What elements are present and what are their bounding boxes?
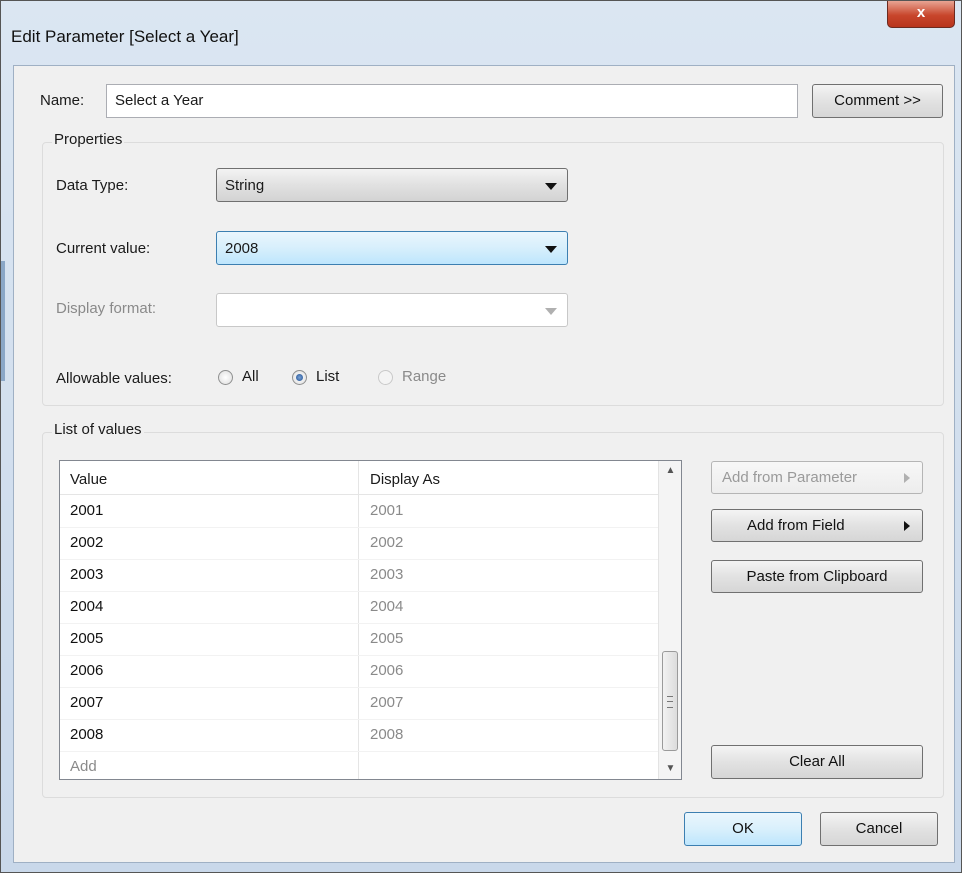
current-value-value: 2008 xyxy=(225,240,259,257)
radio-all-label[interactable]: All xyxy=(242,368,259,385)
display-as-cell[interactable]: 2002 xyxy=(370,527,403,559)
radio-range xyxy=(378,370,393,385)
table-row[interactable]: 2006 2006 xyxy=(60,655,658,688)
add-from-parameter-label: Add from Parameter xyxy=(722,469,858,486)
value-cell[interactable]: 2001 xyxy=(70,495,103,527)
chevron-down-icon xyxy=(545,183,557,190)
value-cell[interactable]: 2007 xyxy=(70,687,103,719)
close-button[interactable]: x xyxy=(887,1,955,28)
values-table[interactable]: Value Display As 2001 2001 2002 2002 2003 200… xyxy=(59,460,682,780)
value-cell[interactable]: 2008 xyxy=(70,719,103,751)
value-cell[interactable]: 2003 xyxy=(70,559,103,591)
name-label: Name: xyxy=(40,92,85,109)
display-as-cell[interactable]: 2004 xyxy=(370,591,403,623)
add-from-field-label: Add from Field xyxy=(747,517,845,534)
display-format-dropdown xyxy=(216,293,568,327)
display-as-cell[interactable]: 2008 xyxy=(370,719,403,751)
display-as-cell[interactable]: 2007 xyxy=(370,687,403,719)
paste-from-clipboard-button[interactable]: Paste from Clipboard xyxy=(711,560,923,593)
table-row[interactable]: 2001 2001 xyxy=(60,495,658,528)
value-cell[interactable]: 2004 xyxy=(70,591,103,623)
column-header-value[interactable]: Value xyxy=(70,461,107,494)
display-as-cell[interactable]: 2001 xyxy=(370,495,403,527)
radio-list[interactable] xyxy=(292,370,307,385)
clear-all-button[interactable]: Clear All xyxy=(711,745,923,779)
properties-title: Properties xyxy=(52,131,125,148)
table-row[interactable]: 2008 2008 xyxy=(60,719,658,752)
data-type-label: Data Type: xyxy=(56,177,129,194)
window-edge-accent xyxy=(1,261,5,381)
add-from-parameter-button: Add from Parameter xyxy=(711,461,923,494)
scroll-up-icon[interactable]: ▲ xyxy=(659,461,681,481)
table-row[interactable]: 2004 2004 xyxy=(60,591,658,624)
radio-range-label: Range xyxy=(402,368,447,385)
value-cell[interactable]: 2006 xyxy=(70,655,103,687)
title-bar[interactable]: Edit Parameter [Select a Year] x xyxy=(1,1,961,65)
column-header-display-as[interactable]: Display As xyxy=(370,461,440,494)
current-value-dropdown[interactable]: 2008 xyxy=(216,231,568,265)
ok-button[interactable]: OK xyxy=(684,812,802,846)
display-format-label: Display format: xyxy=(56,300,157,317)
radio-list-label[interactable]: List xyxy=(316,368,339,385)
comment-button[interactable]: Comment >> xyxy=(812,84,943,118)
radio-all[interactable] xyxy=(218,370,233,385)
scroll-thumb[interactable] xyxy=(662,651,678,751)
add-row[interactable]: Add xyxy=(60,751,658,779)
scroll-down-icon[interactable]: ▼ xyxy=(659,759,681,779)
allowable-values-label: Allowable values: xyxy=(56,370,172,387)
list-of-values-title: List of values xyxy=(52,421,144,438)
table-row[interactable]: 2007 2007 xyxy=(60,687,658,720)
table-header: Value Display As xyxy=(60,461,658,495)
table-scrollbar[interactable]: ▲ ▼ xyxy=(658,461,681,779)
name-input[interactable]: Select a Year xyxy=(106,84,798,118)
add-from-field-button[interactable]: Add from Field xyxy=(711,509,923,542)
value-cell[interactable]: 2002 xyxy=(70,527,103,559)
cancel-button[interactable]: Cancel xyxy=(820,812,938,846)
dialog-window: Edit Parameter [Select a Year] x Name: S… xyxy=(0,0,962,873)
chevron-right-icon xyxy=(904,521,910,531)
chevron-down-icon xyxy=(545,246,557,253)
grip-icon xyxy=(667,696,673,708)
window-title: Edit Parameter [Select a Year] xyxy=(11,27,239,46)
table-row[interactable]: 2003 2003 xyxy=(60,559,658,592)
add-placeholder[interactable]: Add xyxy=(70,751,97,779)
display-as-cell[interactable]: 2005 xyxy=(370,623,403,655)
chevron-down-icon xyxy=(545,308,557,315)
table-row[interactable]: 2002 2002 xyxy=(60,527,658,560)
display-as-cell[interactable]: 2003 xyxy=(370,559,403,591)
display-as-cell[interactable]: 2006 xyxy=(370,655,403,687)
data-type-value: String xyxy=(225,177,265,194)
value-cell[interactable]: 2005 xyxy=(70,623,103,655)
data-type-dropdown[interactable]: String xyxy=(216,168,568,202)
close-icon: x xyxy=(916,4,926,21)
current-value-label: Current value: xyxy=(56,240,151,257)
chevron-right-icon xyxy=(904,473,910,483)
table-row[interactable]: 2005 2005 xyxy=(60,623,658,656)
